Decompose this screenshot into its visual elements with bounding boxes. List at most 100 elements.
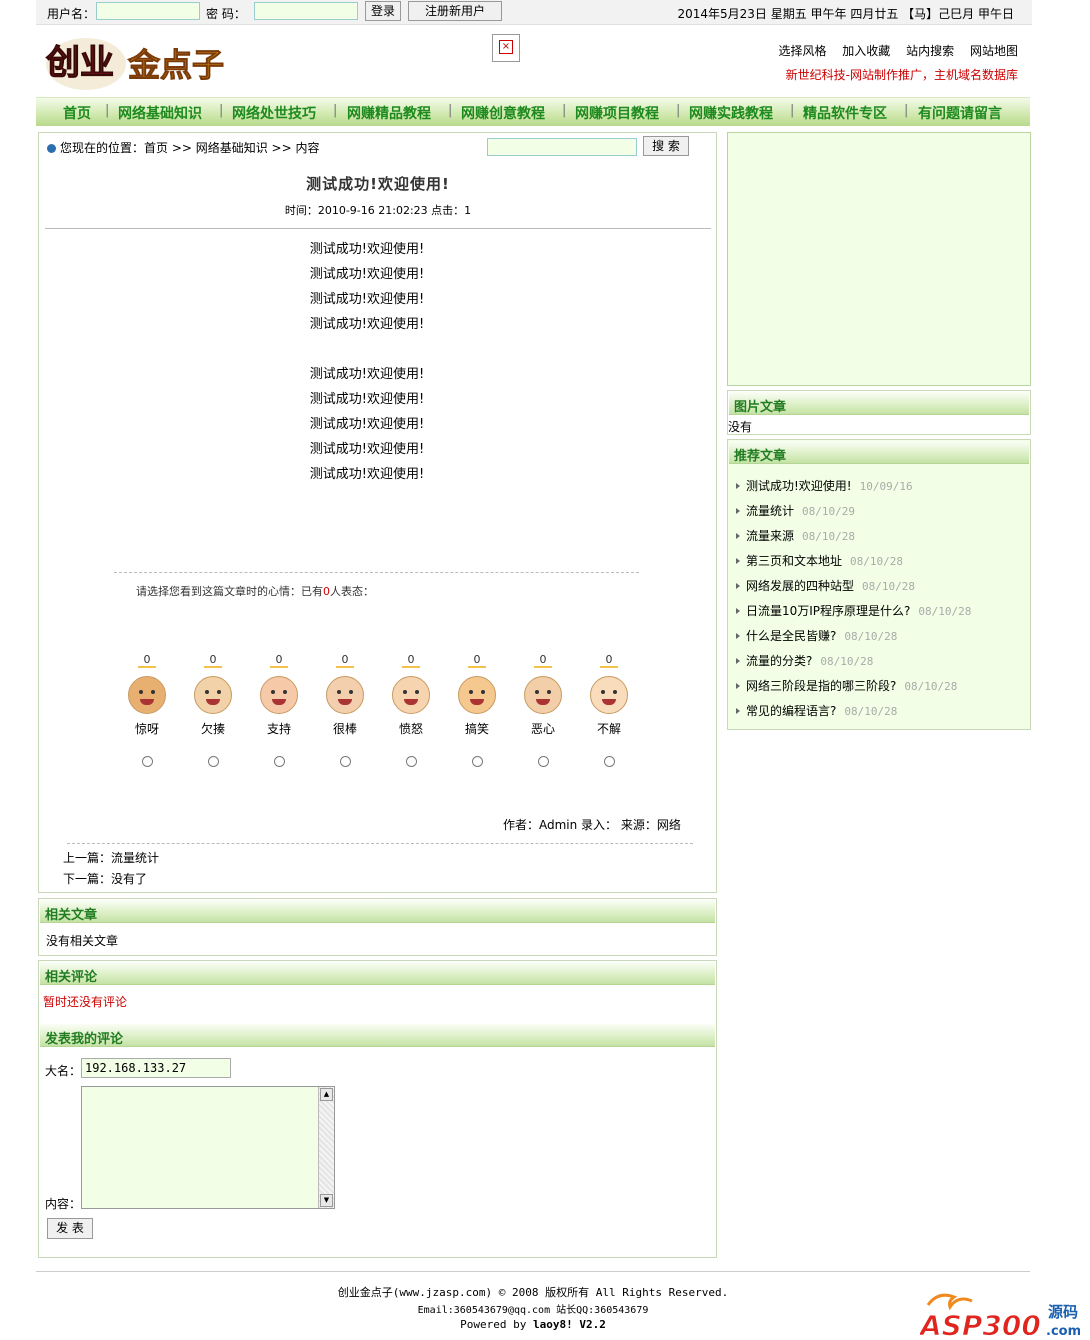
mood-bar bbox=[270, 666, 288, 668]
emoticon-face-icon[interactable] bbox=[326, 676, 364, 714]
mood-radio[interactable] bbox=[603, 756, 615, 767]
mood-total-count: 0 bbox=[323, 585, 330, 598]
search-input[interactable] bbox=[487, 138, 637, 156]
emoticon-face-icon[interactable] bbox=[392, 676, 430, 714]
triangle-bullet-icon bbox=[736, 558, 740, 564]
mood-name: 愤怒 bbox=[398, 722, 423, 736]
related-articles-header: 相关文章 bbox=[40, 900, 715, 923]
recommended-link[interactable]: 第三页和文本地址 bbox=[746, 554, 842, 568]
mood-radio[interactable] bbox=[207, 756, 219, 767]
nav-item-network-skills[interactable]: 网络处世技巧 bbox=[232, 103, 316, 123]
nav-item-feedback[interactable]: 有问题请留言 bbox=[918, 103, 1002, 123]
nav-item-premium-tutorials[interactable]: 网赚精品教程 bbox=[347, 103, 431, 123]
link-add-favorite[interactable]: 加入收藏 bbox=[842, 44, 890, 58]
emoticon-face-icon[interactable] bbox=[260, 676, 298, 714]
password-input[interactable] bbox=[254, 2, 358, 20]
recommended-link[interactable]: 什么是全民皆赚? bbox=[746, 629, 836, 643]
mood-radio[interactable] bbox=[339, 756, 351, 767]
triangle-bullet-icon bbox=[736, 608, 740, 614]
mood-prompt-suffix: 人表态： bbox=[330, 585, 374, 598]
broken-image-icon: × bbox=[492, 34, 520, 62]
scroll-down-icon[interactable]: ▼ bbox=[320, 1194, 333, 1207]
triangle-bullet-icon bbox=[736, 633, 740, 639]
next-label: 下一篇： bbox=[63, 872, 112, 886]
mood-option[interactable]: 0 恶心 bbox=[523, 653, 563, 767]
site-logo[interactable]: 创业 金点子 bbox=[42, 30, 242, 94]
mood-radio[interactable] bbox=[141, 756, 153, 767]
emoticon-face-icon[interactable] bbox=[590, 676, 628, 714]
recommended-link[interactable]: 网络发展的四种站型 bbox=[746, 579, 854, 593]
emoticon-face-icon[interactable] bbox=[458, 676, 496, 714]
mood-radio[interactable] bbox=[471, 756, 483, 767]
recommended-item: 流量的分类? 08/10/28 bbox=[736, 652, 873, 669]
divider bbox=[45, 228, 711, 229]
recommended-link[interactable]: 测试成功!欢迎使用! bbox=[746, 479, 852, 493]
next-article: 下一篇：没有了 bbox=[63, 870, 147, 887]
mood-option[interactable]: 0 不解 bbox=[589, 653, 629, 767]
emoticon-face-icon[interactable] bbox=[128, 676, 166, 714]
body-line: 测试成功!欢迎使用! bbox=[309, 292, 425, 307]
nav-item-software[interactable]: 精品软件专区 bbox=[803, 103, 887, 123]
breadcrumb-text[interactable]: 您现在的位置：首页 >> 网络基础知识 >> 内容 bbox=[60, 141, 319, 155]
mood-radio[interactable] bbox=[537, 756, 549, 767]
recommended-date: 08/10/28 bbox=[850, 555, 903, 568]
prev-article-link[interactable]: 流量统计 bbox=[111, 851, 159, 865]
scroll-up-icon[interactable]: ▲ bbox=[320, 1088, 333, 1101]
recommended-item: 第三页和文本地址 08/10/28 bbox=[736, 552, 903, 569]
related-articles-panel: 相关文章 没有相关文章 bbox=[38, 898, 717, 956]
recommended-link[interactable]: 流量的分类? bbox=[746, 654, 812, 668]
body-line: 测试成功!欢迎使用! bbox=[309, 367, 425, 382]
recommended-link[interactable]: 日流量10万IP程序原理是什么? bbox=[746, 604, 910, 618]
link-choose-style[interactable]: 选择风格 bbox=[778, 44, 826, 58]
search-button[interactable]: 搜 索 bbox=[643, 136, 689, 156]
username-input[interactable] bbox=[96, 2, 200, 20]
name-input[interactable]: 192.168.133.27 bbox=[81, 1058, 231, 1078]
mood-radio[interactable] bbox=[273, 756, 285, 767]
mood-radio[interactable] bbox=[405, 756, 417, 767]
post-comment-title: 发表我的评论 bbox=[45, 1032, 124, 1047]
mood-option[interactable]: 0 欠揍 bbox=[193, 653, 233, 767]
prev-article: 上一篇：流量统计 bbox=[63, 849, 159, 866]
watermark-domain: .com bbox=[1046, 1324, 1080, 1339]
nav-item-creative-tutorials[interactable]: 网赚创意教程 bbox=[461, 103, 545, 123]
register-button[interactable]: 注册新用户 bbox=[408, 1, 502, 21]
nav-item-project-tutorials[interactable]: 网赚项目教程 bbox=[575, 103, 659, 123]
recommended-link[interactable]: 流量来源 bbox=[746, 529, 794, 543]
date-text: 2014年5月23日 星期五 甲午年 四月廿五 【马】己巳月 甲午日 bbox=[677, 7, 1014, 21]
slogan-link[interactable]: 新世纪科技-网站制作推广，主机域名数据库 bbox=[786, 66, 1018, 83]
submit-comment-button[interactable]: 发 表 bbox=[47, 1218, 93, 1239]
recommended-date: 08/10/28 bbox=[904, 680, 958, 693]
recommended-date: 08/10/28 bbox=[844, 630, 898, 643]
mood-option[interactable]: 0 很棒 bbox=[325, 653, 365, 767]
mood-option[interactable]: 0 愤怒 bbox=[391, 653, 431, 767]
login-button[interactable]: 登录 bbox=[365, 1, 401, 21]
link-site-map[interactable]: 网站地图 bbox=[970, 44, 1018, 58]
nav-item-home[interactable]: 首页 bbox=[63, 103, 91, 123]
nav-item-practice-tutorials[interactable]: 网赚实践教程 bbox=[689, 103, 773, 123]
mood-name: 支持 bbox=[266, 722, 291, 736]
mood-bar bbox=[204, 666, 222, 668]
recommended-link[interactable]: 网络三阶段是指的哪三阶段? bbox=[746, 679, 896, 693]
divider bbox=[67, 843, 693, 844]
textarea-scrollbar[interactable] bbox=[318, 1087, 334, 1208]
mood-option[interactable]: 0 搞笑 bbox=[457, 653, 497, 767]
mood-option[interactable]: 0 惊呀 bbox=[127, 653, 167, 767]
emoticon-face-icon[interactable] bbox=[194, 676, 232, 714]
recommended-link[interactable]: 常见的编程语言? bbox=[746, 704, 836, 718]
emoticon-face-icon[interactable] bbox=[524, 676, 562, 714]
recommended-panel: 推荐文章 测试成功!欢迎使用! 10/09/16 流量统计 08/10/29 流量来源 0… bbox=[727, 439, 1031, 730]
comment-textarea[interactable]: ▲ ▼ bbox=[81, 1086, 335, 1209]
mood-option[interactable]: 0 支持 bbox=[259, 653, 299, 767]
link-site-search[interactable]: 站内搜索 bbox=[906, 44, 954, 58]
mood-prompt-text: 请选择您看到这篇文章时的心情：已有 bbox=[136, 585, 323, 598]
recommended-date: 08/10/28 bbox=[918, 605, 972, 618]
mood-bar bbox=[468, 666, 486, 668]
nav-item-network-basics[interactable]: 网络基础知识 bbox=[118, 103, 202, 123]
recommended-link[interactable]: 流量统计 bbox=[746, 504, 794, 518]
mood-name: 搞笑 bbox=[464, 722, 489, 736]
picture-articles-panel: 图片文章 没有 bbox=[727, 390, 1031, 435]
mood-count: 0 bbox=[473, 653, 481, 666]
comments-title: 相关评论 bbox=[45, 970, 98, 985]
triangle-bullet-icon bbox=[736, 583, 740, 589]
recommended-date: 08/10/28 bbox=[820, 655, 874, 668]
